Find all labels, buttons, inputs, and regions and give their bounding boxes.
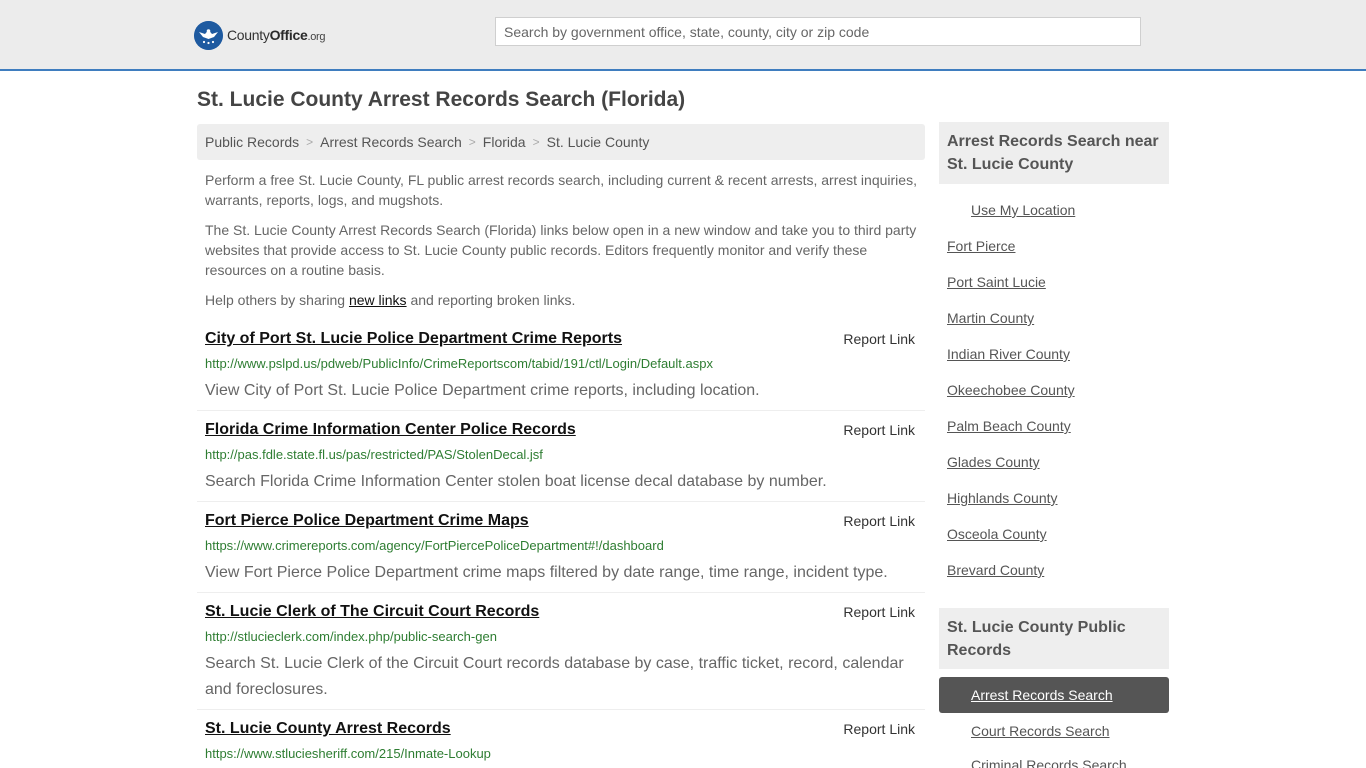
sidebar-item-brevard-county[interactable]: Brevard County bbox=[947, 562, 1044, 578]
result-url: http://stlucieclerk.com/index.php/public… bbox=[205, 629, 497, 644]
result-title-link[interactable]: City of Port St. Lucie Police Department… bbox=[205, 330, 622, 348]
new-links-link[interactable]: new links bbox=[349, 292, 407, 308]
result-url: http://pas.fdle.state.fl.us/pas/restrict… bbox=[205, 447, 543, 462]
result-description: Search St. Lucie Clerk of the Circuit Co… bbox=[205, 655, 904, 698]
breadcrumb-chevron-icon: > bbox=[532, 135, 540, 149]
sidebar-item-arrest-records-active[interactable]: Arrest Records Search bbox=[939, 677, 1169, 713]
sidebar-item-palm-beach-county[interactable]: Palm Beach County bbox=[947, 418, 1071, 434]
report-link-button[interactable]: Report Link bbox=[843, 422, 915, 438]
intro-paragraph-1: Perform a free St. Lucie County, FL publ… bbox=[205, 172, 917, 208]
breadcrumb-link-public-records[interactable]: Public Records bbox=[205, 134, 299, 150]
top-header: CountyOffice.org bbox=[0, 0, 1366, 71]
result-description: Search Florida Crime Information Center … bbox=[205, 473, 827, 490]
breadcrumb-link-arrest-records[interactable]: Arrest Records Search bbox=[320, 134, 462, 150]
page-title: St. Lucie County Arrest Records Search (… bbox=[197, 88, 686, 111]
intro-text: Help others by sharing bbox=[205, 292, 349, 308]
intro-text: and reporting broken links. bbox=[406, 292, 576, 308]
report-link-button[interactable]: Report Link bbox=[843, 604, 915, 620]
sidebar-nearby-heading: Arrest Records Search near St. Lucie Cou… bbox=[939, 122, 1169, 184]
result-url: https://www.stluciesheriff.com/215/Inmat… bbox=[205, 746, 491, 761]
sidebar-item-label: Arrest Records Search bbox=[971, 687, 1113, 703]
sidebar-item-port-saint-lucie[interactable]: Port Saint Lucie bbox=[947, 274, 1046, 290]
result-item: Fort Pierce Police Department Crime Maps… bbox=[197, 512, 925, 593]
sidebar-public-records-heading: St. Lucie County Public Records bbox=[939, 608, 1169, 669]
site-logo[interactable]: CountyOffice.org bbox=[194, 20, 326, 50]
report-link-button[interactable]: Report Link bbox=[843, 721, 915, 737]
result-title-link[interactable]: St. Lucie Clerk of The Circuit Court Rec… bbox=[205, 603, 539, 621]
result-item: St. Lucie County Arrest Records Report L… bbox=[197, 720, 925, 768]
result-item: Florida Crime Information Center Police … bbox=[197, 421, 925, 502]
sidebar-item-fort-pierce[interactable]: Fort Pierce bbox=[947, 238, 1015, 254]
breadcrumb-chevron-icon: > bbox=[468, 135, 476, 149]
breadcrumb-link-florida[interactable]: Florida bbox=[483, 134, 526, 150]
result-title-link[interactable]: Fort Pierce Police Department Crime Maps bbox=[205, 512, 529, 530]
sidebar-item-glades-county[interactable]: Glades County bbox=[947, 454, 1040, 470]
sidebar-item-osceola-county[interactable]: Osceola County bbox=[947, 526, 1047, 542]
sidebar-item-criminal-records[interactable]: Criminal Records Search bbox=[971, 757, 1127, 768]
sidebar-item-martin-county[interactable]: Martin County bbox=[947, 310, 1034, 326]
search-box bbox=[495, 17, 1141, 46]
logo-text: CountyOffice.org bbox=[227, 27, 326, 43]
intro-paragraph-3: Help others by sharing new links and rep… bbox=[205, 290, 920, 310]
search-input[interactable] bbox=[496, 18, 1140, 45]
logo-eagle-icon bbox=[194, 20, 223, 50]
intro-paragraph-2: The St. Lucie County Arrest Records Sear… bbox=[205, 222, 917, 278]
breadcrumb-chevron-icon: > bbox=[306, 135, 314, 149]
result-url: http://www.pslpd.us/pdweb/PublicInfo/Cri… bbox=[205, 356, 713, 371]
result-title-link[interactable]: Florida Crime Information Center Police … bbox=[205, 421, 576, 439]
result-description: View City of Port St. Lucie Police Depar… bbox=[205, 382, 760, 399]
report-link-button[interactable]: Report Link bbox=[843, 513, 915, 529]
result-url: https://www.crimereports.com/agency/Fort… bbox=[205, 538, 664, 553]
result-title-link[interactable]: St. Lucie County Arrest Records bbox=[205, 720, 451, 738]
report-link-button[interactable]: Report Link bbox=[843, 331, 915, 347]
result-item: St. Lucie Clerk of The Circuit Court Rec… bbox=[197, 603, 925, 710]
sidebar-item-court-records[interactable]: Court Records Search bbox=[971, 723, 1110, 739]
breadcrumb: Public Records > Arrest Records Search >… bbox=[197, 124, 925, 160]
sidebar-item-okeechobee-county[interactable]: Okeechobee County bbox=[947, 382, 1075, 398]
sidebar-item-indian-river-county[interactable]: Indian River County bbox=[947, 346, 1070, 362]
result-description: View Fort Pierce Police Department crime… bbox=[205, 564, 888, 581]
sidebar-item-highlands-county[interactable]: Highlands County bbox=[947, 490, 1058, 506]
breadcrumb-current-county[interactable]: St. Lucie County bbox=[547, 134, 650, 150]
use-my-location-link[interactable]: Use My Location bbox=[971, 202, 1075, 218]
result-item: City of Port St. Lucie Police Department… bbox=[197, 330, 925, 411]
